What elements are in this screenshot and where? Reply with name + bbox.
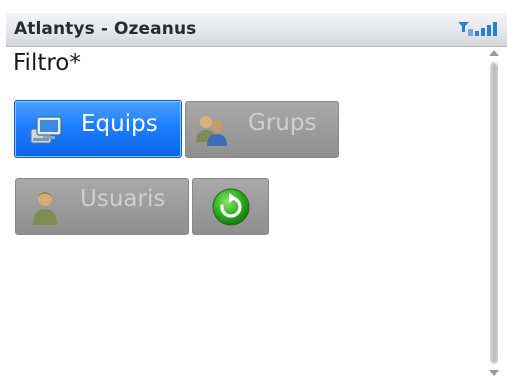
- equips-button[interactable]: Equips: [14, 100, 182, 158]
- grups-button-label: Grups: [248, 110, 317, 136]
- refresh-button[interactable]: [192, 178, 269, 235]
- group-users-icon: [196, 116, 227, 146]
- page-title: Filtro*: [13, 50, 81, 76]
- scroll-down-arrow-icon[interactable]: [488, 368, 500, 378]
- signal-strength-icon: [458, 22, 497, 36]
- user-icon: [33, 192, 57, 225]
- scroll-thumb[interactable]: [490, 64, 498, 362]
- computer-icon: [30, 116, 62, 144]
- equips-button-label: Equips: [81, 111, 158, 137]
- grups-button[interactable]: Grups: [185, 101, 339, 158]
- vertical-scrollbar[interactable]: [488, 48, 500, 380]
- usuaris-button[interactable]: Usuaris: [15, 178, 189, 235]
- title-bar: Atlantys - Ozeanus: [6, 13, 507, 47]
- app-screen: Atlantys - Ozeanus Filtro* Equips Grups …: [0, 0, 507, 383]
- usuaris-button-label: Usuaris: [80, 186, 166, 212]
- scroll-up-arrow-icon[interactable]: [488, 48, 500, 58]
- refresh-icon: [212, 188, 250, 226]
- app-title: Atlantys - Ozeanus: [14, 19, 197, 39]
